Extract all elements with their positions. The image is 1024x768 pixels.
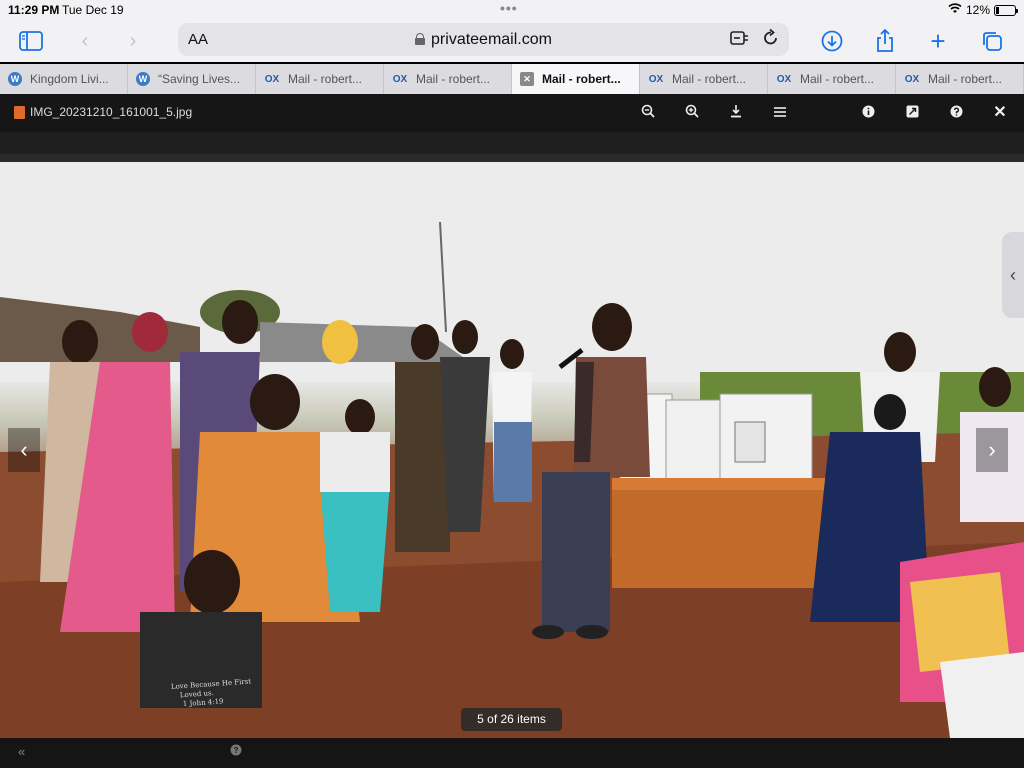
ox-mail-icon: OX [648,73,664,85]
menu-icon[interactable] [770,103,790,123]
zoom-out-icon[interactable] [638,103,658,123]
battery-icon [994,4,1018,16]
tab-5[interactable]: OX Mail - robert... [640,64,768,94]
tab-3[interactable]: OX Mail - robert... [384,64,512,94]
fullscreen-icon[interactable] [902,103,922,123]
zoom-in-icon[interactable] [682,103,702,123]
close-viewer-icon[interactable]: ✕ [990,103,1010,123]
previous-image-button[interactable]: ‹ [8,428,40,472]
ox-mail-icon: OX [904,73,920,85]
photo-image: Love Because He First Loved us. 1 John 4… [0,162,1024,738]
ox-mail-icon: OX [264,73,280,85]
extension-icon[interactable] [730,29,750,52]
help-icon[interactable] [946,103,966,123]
file-name: IMG_20231210_161001_5.jpg [14,105,192,119]
tab-6[interactable]: OX Mail - robert... [768,64,896,94]
help-small-icon[interactable]: ? [230,744,242,759]
lock-icon [415,33,426,45]
viewer-header: IMG_20231210_161001_5.jpg ✕ [0,94,1024,132]
reload-icon[interactable] [763,28,779,52]
tab-label: Mail - robert... [288,72,363,86]
next-image-button[interactable]: › [976,428,1008,472]
tab-1[interactable]: W “Saving Lives... [128,64,256,94]
tab-0[interactable]: W Kingdom Livi... [0,64,128,94]
sidebar-toggle-icon[interactable] [16,26,46,56]
tab-label: “Saving Lives... [158,72,241,86]
battery-percent: 12% [965,3,990,17]
downloads-icon[interactable] [817,26,847,56]
tab-overview-icon[interactable] [977,26,1007,56]
wordpress-icon: W [8,72,22,86]
tab-label: Mail - robert... [416,72,491,86]
status-right: 12% [948,3,1018,17]
tab-label: Mail - robert... [800,72,875,86]
wordpress-icon: W [136,72,150,86]
sidebar-handle-button[interactable]: ‹ [1002,232,1024,318]
viewer-footer: « ? [0,738,1024,768]
url-display[interactable]: privateemail.com [178,31,789,49]
ox-mail-icon: OX [776,73,792,85]
image-counter: 5 of 26 items [461,708,562,731]
share-icon[interactable] [870,26,900,56]
collapse-icon[interactable]: « [18,744,25,759]
tab-7[interactable]: OX Mail - robert... [896,64,1024,94]
tab-label: Mail - robert... [928,72,1003,86]
file-name-text: IMG_20231210_161001_5.jpg [30,105,193,119]
wifi-icon [948,3,962,17]
status-bar: 11:29 PM Tue Dec 19 ••• 12% [0,0,1024,20]
svg-text:?: ? [234,746,239,755]
tab-label: Kingdom Livi... [30,72,109,86]
photo-scene: Love Because He First Loved us. 1 John 4… [0,162,1024,738]
viewer-backdrop [0,132,1024,154]
status-date: Tue Dec 19 [62,3,124,17]
close-tab-icon[interactable]: ✕ [520,72,534,86]
tab-strip: W Kingdom Livi... W “Saving Lives... OX Mai… [0,64,1024,94]
forward-button-icon[interactable]: › [118,26,148,56]
tab-label: Mail - robert... [672,72,747,86]
new-tab-icon[interactable]: + [923,26,953,56]
status-time: 11:29 PM [8,3,60,17]
viewer-divider [0,154,1024,162]
info-icon[interactable] [858,103,878,123]
tab-label: Mail - robert... [542,72,621,86]
ox-mail-icon: OX [392,73,408,85]
tab-2[interactable]: OX Mail - robert... [256,64,384,94]
image-file-icon [14,105,25,119]
back-button-icon[interactable]: ‹ [70,26,100,56]
multitasking-dots-icon[interactable]: ••• [500,0,518,16]
url-text: privateemail.com [431,31,552,48]
browser-toolbar: ‹ › AA privateemail.com + [0,20,1024,62]
tab-4-active[interactable]: ✕ Mail - robert... [512,64,640,94]
download-icon[interactable] [726,103,746,123]
address-bar[interactable]: AA privateemail.com [178,23,789,56]
